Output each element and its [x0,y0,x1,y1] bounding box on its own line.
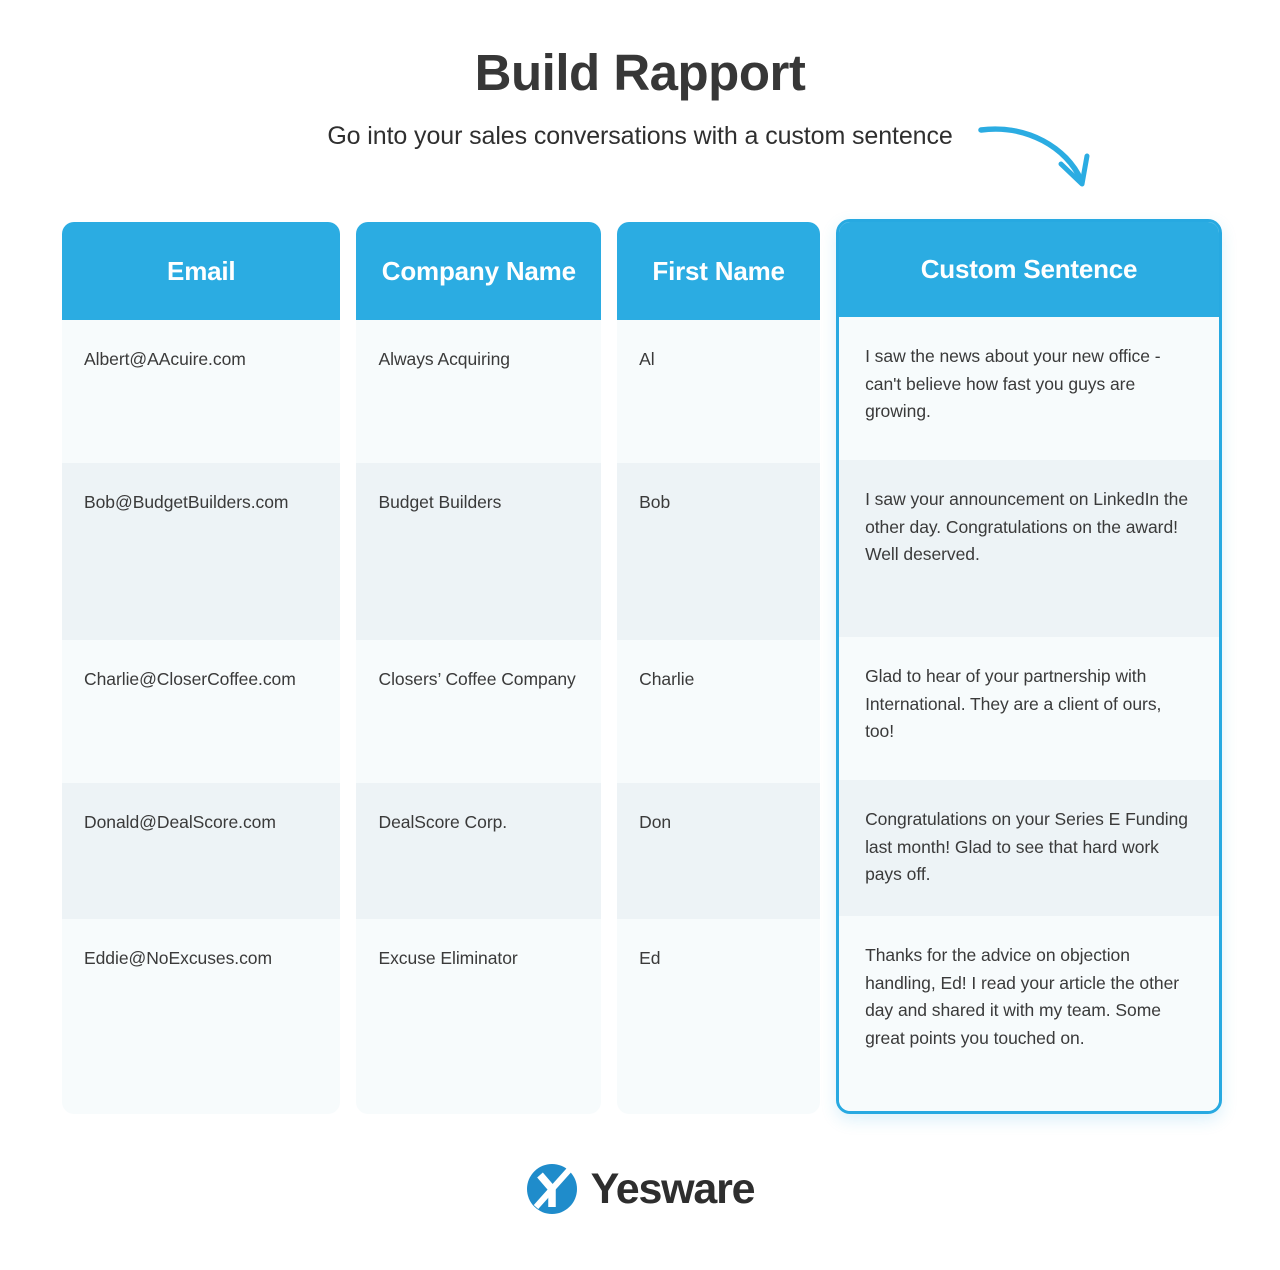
brand-name: Yesware [590,1164,756,1213]
table-cell-custom-sentence: Glad to hear of your partnership with In… [839,637,1219,780]
page-header: Build Rapport Go into your sales convers… [0,0,1280,187]
table-cell-custom-sentence: I saw your announcement on LinkedIn the … [839,460,1219,637]
table-cell-custom-sentence: I saw the news about your new office - c… [839,317,1219,460]
table-cell-custom-sentence: Thanks for the advice on objection handl… [839,916,1219,1111]
data-table: Email Albert@AAcuire.com Bob@BudgetBuild… [62,219,1222,1114]
table-cell-email: Eddie@NoExcuses.com [62,919,341,1114]
table-cell-first-name: Charlie [617,640,821,783]
column-body-email: Albert@AAcuire.com Bob@BudgetBuilders.co… [62,320,341,1114]
table-cell-company: Budget Builders [356,463,602,640]
table-cell-email: Bob@BudgetBuilders.com [62,463,341,640]
table-cell-company: DealScore Corp. [356,783,602,919]
table-cell-company: Always Acquiring [356,320,602,463]
page-title: Build Rapport [474,44,806,101]
footer-brand: Yesware [0,1163,1280,1215]
page-subtitle: Go into your sales conversations with a … [327,121,953,150]
table-column-email: Email Albert@AAcuire.com Bob@BudgetBuild… [62,222,341,1114]
table-column-custom-sentence: Custom Sentence I saw the news about you… [836,219,1222,1114]
table-cell-email: Charlie@CloserCoffee.com [62,640,341,783]
column-body-custom-sentence: I saw the news about your new office - c… [839,317,1219,1111]
column-header-first-name[interactable]: First Name [617,222,821,320]
subtitle-row: Go into your sales conversations with a … [0,121,1280,187]
table-cell-company: Closers’ Coffee Company [356,640,602,783]
table-cell-first-name: Bob [617,463,821,640]
table-cell-first-name: Al [617,320,821,463]
curved-arrow-down-right-icon [978,126,1090,187]
column-body-first-name: Al Bob Charlie Don Ed [617,320,821,1114]
table-cell-company: Excuse Eliminator [356,919,602,1114]
table-cell-email: Donald@DealScore.com [62,783,341,919]
column-header-custom-sentence[interactable]: Custom Sentence [839,222,1219,317]
column-body-company-name: Always Acquiring Budget Builders Closers… [356,320,602,1114]
yesware-logo-icon [526,1164,577,1214]
table-cell-custom-sentence: Congratulations on your Series E Funding… [839,780,1219,916]
table-cell-first-name: Don [617,783,821,919]
table-column-company-name: Company Name Always Acquiring Budget Bui… [356,222,602,1114]
table-cell-email: Albert@AAcuire.com [62,320,341,463]
table-column-first-name: First Name Al Bob Charlie Don Ed [617,222,821,1114]
column-header-company-name[interactable]: Company Name [356,222,602,320]
column-header-email[interactable]: Email [62,222,341,320]
table-cell-first-name: Ed [617,919,821,1114]
